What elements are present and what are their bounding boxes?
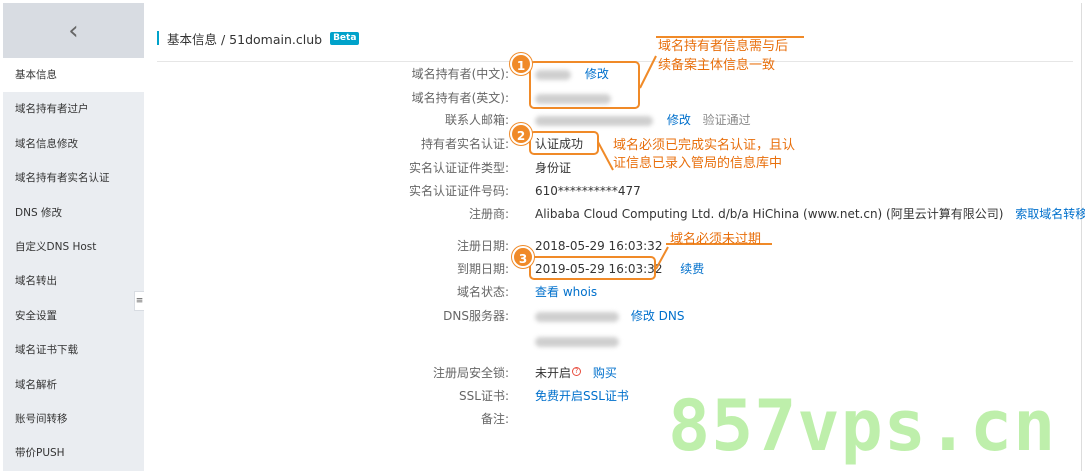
- note-2-line-1: 域名必须已完成实名认证，且认: [613, 138, 796, 153]
- note-1-line-1: 域名持有者信息需与后: [658, 39, 789, 54]
- sidebar-item-basic-info[interactable]: 基本信息: [3, 58, 144, 93]
- sidebar-item-account-transfer[interactable]: 账号间转移: [3, 402, 144, 436]
- enable-ssl-link[interactable]: 免费开启SSL证书: [535, 389, 629, 403]
- value-cert-type: 身份证: [535, 161, 572, 175]
- info-icon[interactable]: ?: [572, 367, 582, 376]
- title-accent-bar: [157, 31, 159, 45]
- label-ssl: SSL证书:: [459, 389, 509, 403]
- value-dns: 修改 DNS: [535, 307, 684, 325]
- label-exp-date: 到期日期:: [456, 262, 509, 276]
- value-dns-2: [535, 332, 619, 350]
- label-email: 联系人邮箱:: [444, 113, 509, 127]
- sidebar-item-security[interactable]: 安全设置: [3, 299, 144, 333]
- modify-email-link[interactable]: 修改: [667, 113, 691, 127]
- note-1-line-2: 续备案主体信息一致: [658, 58, 776, 73]
- value-lock: 未开启? 购买: [535, 364, 617, 382]
- label-holder-cn: 域名持有者(中文):: [411, 67, 509, 81]
- view-whois-link[interactable]: 查看 whois: [535, 285, 597, 299]
- watermark-logo: 857vps.cn: [668, 385, 1057, 467]
- label-dns: DNS服务器:: [443, 309, 509, 323]
- chevron-left-icon: ‹: [68, 15, 79, 46]
- breadcrumb: 基本信息 / 51domain.club Beta: [157, 28, 360, 48]
- label-cert-type: 实名认证证件类型:: [408, 161, 509, 175]
- redacted-text: [535, 311, 619, 322]
- breadcrumb-text: 基本信息 / 51domain.club: [167, 31, 323, 47]
- label-registrar: 注册商:: [468, 207, 509, 221]
- sidebar-item-cert-download[interactable]: 域名证书下载: [3, 333, 144, 367]
- redacted-text: [535, 115, 653, 126]
- back-button[interactable]: ‹: [3, 3, 144, 58]
- buy-lock-link[interactable]: 购买: [593, 366, 617, 380]
- sidebar-collapse-icon[interactable]: ≡: [134, 291, 144, 311]
- sidebar-item-holder-transfer[interactable]: 域名持有者过户: [3, 92, 144, 126]
- value-cert-no: 610**********477: [535, 184, 641, 198]
- callout-box-2: [529, 131, 599, 155]
- callout-connector-3: [655, 246, 669, 270]
- modify-dns-link[interactable]: 修改 DNS: [631, 309, 685, 323]
- callout-box-3: [529, 256, 656, 280]
- redacted-text: [535, 336, 619, 347]
- note-3-line-1: 域名必须未过期: [670, 232, 762, 247]
- value-reg-date: 2018-05-29 16:03:32: [535, 239, 663, 253]
- label-cert-no: 实名认证证件号码:: [408, 184, 509, 198]
- callout-connector-1: [639, 55, 657, 89]
- label-realname: 持有者实名认证:: [420, 137, 509, 151]
- request-transfer-code-link[interactable]: 索取域名转移码: [1015, 207, 1085, 221]
- sidebar-item-transfer-out[interactable]: 域名转出: [3, 264, 144, 298]
- label-remark: 备注:: [480, 412, 509, 426]
- beta-badge: Beta: [330, 31, 360, 45]
- callout-badge-3: 3: [512, 246, 534, 268]
- value-status: 查看 whois: [535, 283, 597, 301]
- sidebar-item-custom-dns-host[interactable]: 自定义DNS Host: [3, 230, 144, 264]
- sidebar-item-dns-resolve[interactable]: 域名解析: [3, 368, 144, 402]
- callout-badge-1: 1: [510, 53, 532, 75]
- callout-badge-2: 2: [510, 123, 532, 145]
- label-status: 域名状态:: [456, 285, 509, 299]
- lock-status: 未开启: [535, 366, 572, 380]
- email-verified-status: 验证通过: [702, 113, 751, 127]
- label-holder-en: 域名持有者(英文):: [411, 91, 509, 105]
- sidebar: ‹ 基本信息 域名持有者过户 域名信息修改 域名持有者实名认证 DNS 修改 自…: [3, 3, 144, 471]
- note-2-line-2: 证信息已录入管局的信息库中: [613, 156, 783, 171]
- sidebar-item-realname[interactable]: 域名持有者实名认证: [3, 161, 144, 195]
- sidebar-item-price-push[interactable]: 带价PUSH: [3, 436, 144, 470]
- sidebar-item-info-modify[interactable]: 域名信息修改: [3, 127, 144, 161]
- frame-border: [1081, 3, 1082, 471]
- value-email: 修改 验证通过: [535, 111, 751, 129]
- callout-box-1: [529, 61, 640, 109]
- renew-link[interactable]: 续费: [680, 262, 704, 276]
- value-registrar: Alibaba Cloud Computing Ltd. d/b/a HiChi…: [535, 205, 1085, 223]
- label-lock: 注册局安全锁:: [432, 366, 509, 380]
- value-ssl: 免费开启SSL证书: [535, 387, 629, 405]
- registrar-name: Alibaba Cloud Computing Ltd. d/b/a HiChi…: [535, 207, 1004, 221]
- sidebar-item-dns-modify[interactable]: DNS 修改: [3, 196, 144, 230]
- label-reg-date: 注册日期:: [456, 239, 509, 253]
